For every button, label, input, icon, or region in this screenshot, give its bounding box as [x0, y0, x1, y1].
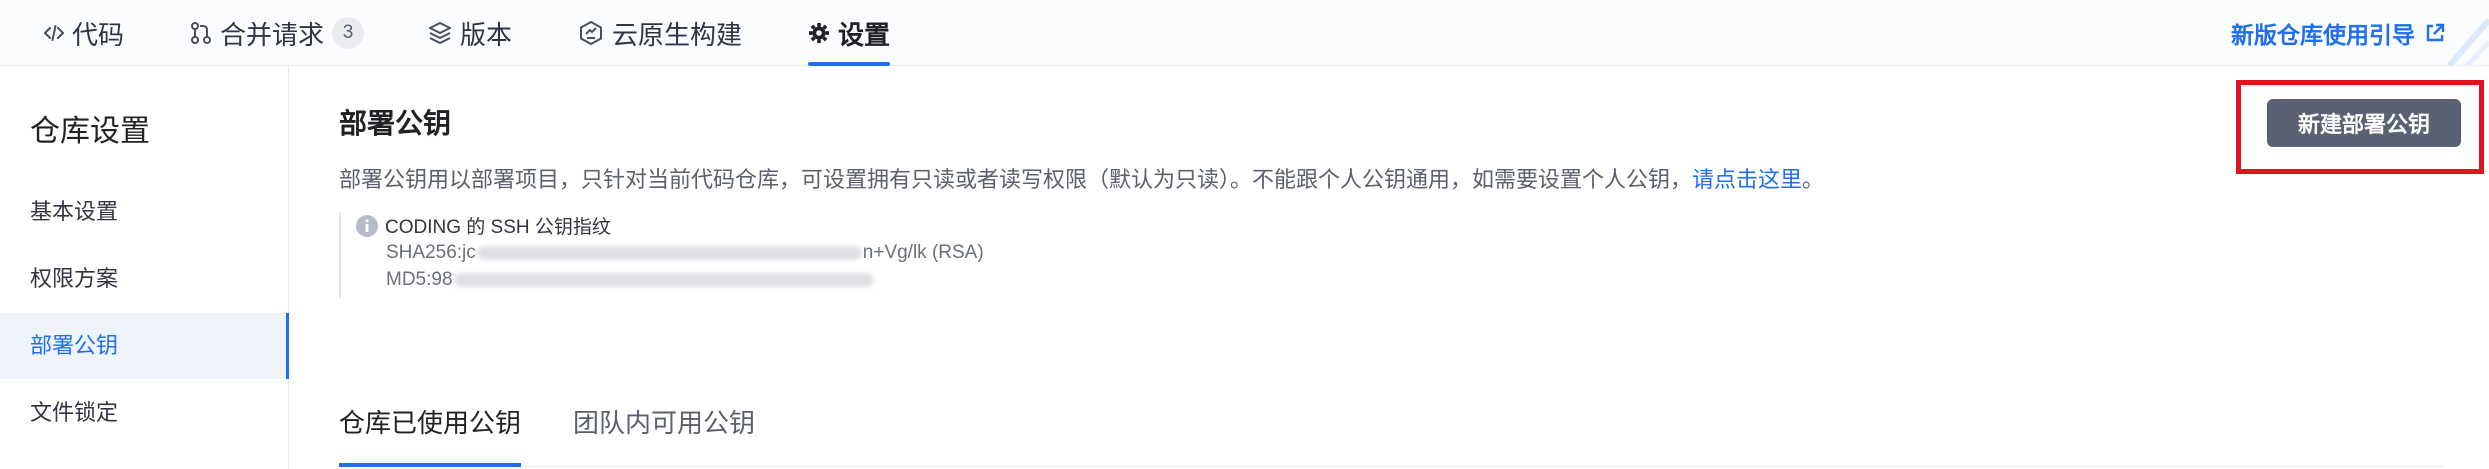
tab-versions[interactable]: 版本	[428, 0, 512, 66]
guide-link-label: 新版仓库使用引导	[2231, 22, 2415, 48]
sidebar-item-file-lock[interactable]: 文件锁定	[0, 380, 289, 446]
code-icon	[44, 23, 64, 43]
tab-label: 合并请求	[220, 19, 325, 50]
top-nav-bar: 代码 合并请求 3 版本 云原生构建 设置 新版仓库使用引导	[0, 0, 2489, 66]
sidebar-item-basic-settings[interactable]: 基本设置	[0, 179, 289, 245]
sidebar-item-label: 权限方案	[30, 266, 119, 291]
tab-code[interactable]: 代码	[44, 0, 124, 66]
sidebar-item-permission-scheme[interactable]: 权限方案	[0, 246, 289, 312]
tab-label: 团队内可用公钥	[573, 408, 756, 438]
sidebar-item-label: 部署公钥	[30, 333, 119, 358]
layers-icon	[428, 21, 452, 45]
count-badge: 3	[332, 17, 365, 49]
sha256-prefix: SHA256:jc	[386, 241, 476, 263]
tab-label: 云原生构建	[612, 19, 743, 50]
highlight-box	[2236, 80, 2484, 174]
md5-fingerprint: MD5:98	[355, 266, 1039, 293]
main-content: 部署公钥 部署公钥用以部署项目，只针对当前代码仓库，可设置拥有只读或者读写权限（…	[289, 66, 2489, 469]
sidebar-item-label: 文件锁定	[30, 400, 119, 425]
tab-label: 仓库已使用公钥	[339, 408, 522, 438]
redacted-blur	[476, 245, 862, 260]
description-end: 。	[1802, 167, 1825, 192]
page-description: 部署公钥用以部署项目，只针对当前代码仓库，可设置拥有只读或者读写权限（默认为只读…	[339, 162, 1824, 194]
ssh-fingerprint-box: CODING 的 SSH 公钥指纹 SHA256:jc n+Vg/lk (RSA…	[339, 212, 1039, 298]
md5-prefix: MD5:98	[386, 268, 453, 290]
tab-cloud-build[interactable]: 云原生构建	[578, 0, 742, 66]
tab-label: 设置	[838, 19, 891, 50]
info-icon	[355, 214, 379, 238]
settings-sidebar: 仓库设置 基本设置 权限方案 部署公钥 文件锁定	[0, 66, 289, 469]
tab-label: 版本	[460, 19, 513, 50]
sha256-suffix: n+Vg/lk (RSA)	[862, 241, 984, 263]
merge-request-icon	[190, 21, 212, 45]
tab-merge-requests[interactable]: 合并请求 3	[190, 0, 365, 66]
tab-settings[interactable]: 设置	[808, 0, 891, 66]
cloud-build-icon	[578, 20, 604, 46]
page-title: 部署公钥	[339, 108, 452, 139]
tab-label: 代码	[72, 19, 125, 50]
description-text: 部署公钥用以部署项目，只针对当前代码仓库，可设置拥有只读或者读写权限（默认为只读…	[339, 167, 1693, 192]
sidebar-item-deploy-keys[interactable]: 部署公钥	[0, 313, 289, 379]
tab-team-available-keys[interactable]: 团队内可用公钥	[573, 382, 755, 466]
personal-key-link[interactable]: 请点击这里	[1692, 167, 1802, 192]
sidebar-item-label: 基本设置	[30, 199, 119, 224]
sha256-fingerprint: SHA256:jc n+Vg/lk (RSA)	[355, 239, 1039, 266]
decorative-corner-graphic	[2429, 0, 2489, 66]
sidebar-title: 仓库设置	[30, 115, 150, 148]
new-repo-guide-link[interactable]: 新版仓库使用引导	[2231, 0, 2445, 66]
redacted-blur	[453, 272, 874, 287]
tab-repo-used-keys[interactable]: 仓库已使用公钥	[339, 382, 522, 467]
gear-icon	[808, 22, 830, 44]
fingerprint-heading: CODING 的 SSH 公钥指纹	[385, 217, 611, 238]
key-tabs: 仓库已使用公钥 团队内可用公钥	[339, 382, 2445, 467]
